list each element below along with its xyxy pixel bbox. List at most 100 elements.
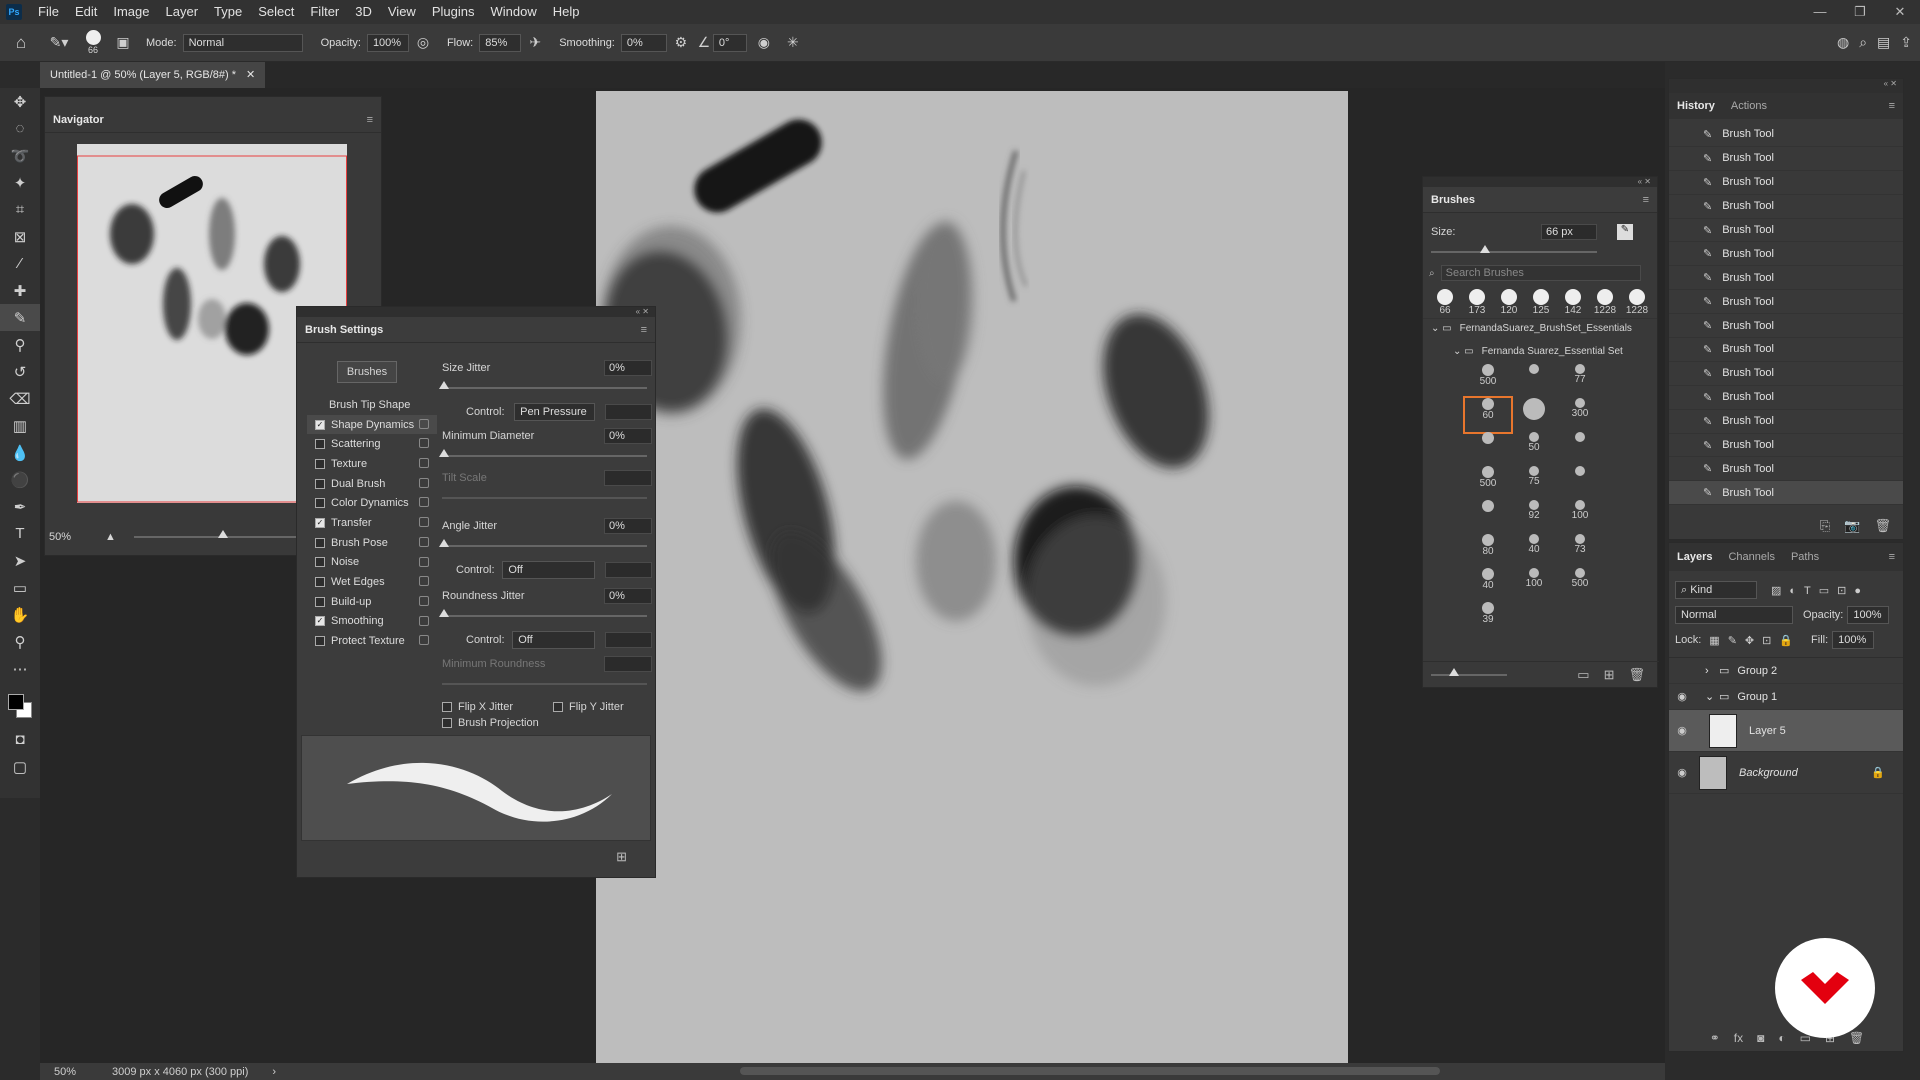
brush-size-picker[interactable]: 66: [76, 30, 110, 55]
recent-brush[interactable]: 66: [1429, 289, 1461, 316]
brush-setting-smoothing[interactable]: ✓ Smoothing: [307, 612, 437, 632]
path-selection-tool-icon[interactable]: ➤: [0, 547, 40, 574]
menu-filter[interactable]: Filter: [302, 0, 347, 24]
eye-icon[interactable]: ◉: [1669, 766, 1695, 779]
opacity-field[interactable]: 100%: [366, 33, 409, 52]
home-icon[interactable]: ⌂: [0, 33, 42, 53]
brush-preset[interactable]: [1557, 432, 1603, 466]
zoom-out-icon[interactable]: ▲: [105, 531, 116, 543]
magic-wand-tool-icon[interactable]: ✦: [0, 169, 40, 196]
min-diameter-slider[interactable]: [439, 449, 647, 457]
panel-close-icon[interactable]: « ✕: [1669, 79, 1903, 93]
brush-preset[interactable]: 100: [1511, 568, 1557, 602]
angle-field[interactable]: 0°: [712, 33, 747, 52]
brush-setting-texture[interactable]: Texture: [307, 454, 437, 474]
brush-preset[interactable]: 39: [1465, 602, 1511, 636]
brush-setting-checkbox[interactable]: [315, 596, 325, 607]
learn-icon[interactable]: ◍: [1837, 34, 1849, 51]
layer-opacity-field[interactable]: 100%: [1847, 606, 1890, 624]
angle-control-dropdown[interactable]: Off: [502, 561, 596, 579]
smoothing-field[interactable]: 0%: [620, 33, 667, 52]
fill-field[interactable]: 100%: [1832, 631, 1875, 649]
recent-brush[interactable]: 1228: [1589, 289, 1621, 316]
marquee-tool-icon[interactable]: ◌: [0, 115, 40, 142]
healing-brush-tool-icon[interactable]: ✚: [0, 277, 40, 304]
rectangle-tool-icon[interactable]: ▭: [0, 574, 40, 601]
new-brush-icon[interactable]: ⊞: [1604, 667, 1615, 683]
panel-menu-icon[interactable]: ≡: [367, 114, 373, 126]
snapshot-icon[interactable]: 📷: [1844, 518, 1860, 534]
mask-icon[interactable]: ◙: [1757, 1031, 1764, 1045]
brush-preset[interactable]: 75: [1511, 466, 1557, 500]
menu-view[interactable]: View: [380, 0, 424, 24]
brush-size-field[interactable]: 66 px: [1541, 224, 1597, 240]
brush-setting-shape-dynamics[interactable]: ✓ Shape Dynamics: [307, 414, 437, 435]
brush-setting-checkbox[interactable]: [315, 458, 325, 469]
brush-folder-1[interactable]: ⌄ ▭ FernandaSuarez_BrushSet_Essentials: [1423, 318, 1657, 338]
status-zoom[interactable]: 50%: [40, 1066, 88, 1078]
lock-icon[interactable]: [419, 576, 429, 587]
link-icon[interactable]: ⚭: [1710, 1031, 1720, 1045]
lock-icon[interactable]: [419, 536, 429, 547]
lock-icon[interactable]: [419, 595, 429, 606]
adjustment-icon[interactable]: ◐: [1778, 1031, 1785, 1045]
menu-window[interactable]: Window: [482, 0, 544, 24]
brush-setting-transfer[interactable]: ✓ Transfer: [307, 513, 437, 533]
brush-preset[interactable]: [1511, 364, 1557, 398]
restore-icon[interactable]: ❐: [1840, 0, 1880, 24]
brush-preset[interactable]: 100: [1557, 500, 1603, 534]
brush-setting-checkbox[interactable]: [315, 478, 325, 489]
roundness-jitter-field[interactable]: 0%: [604, 588, 652, 604]
panel-close-icon[interactable]: « ✕: [1423, 177, 1657, 187]
brush-preset[interactable]: [1465, 500, 1511, 534]
brush-search-input[interactable]: Search Brushes: [1440, 265, 1641, 281]
horizontal-scrollbar[interactable]: [740, 1067, 1440, 1075]
create-brush-icon[interactable]: ✎: [1617, 224, 1633, 240]
history-brush-tool-icon[interactable]: ↺: [0, 358, 40, 385]
foreground-color-swatch[interactable]: [8, 694, 24, 710]
close-tab-icon[interactable]: ✕: [246, 62, 255, 88]
history-item[interactable]: ✎ Brush Tool: [1669, 457, 1903, 482]
close-icon[interactable]: ✕: [1880, 0, 1920, 24]
navigator-zoom-value[interactable]: 50%: [45, 531, 105, 543]
workspace-icon[interactable]: ▤: [1877, 34, 1890, 51]
roundness-jitter-slider[interactable]: [439, 609, 647, 617]
brush-preset[interactable]: 77: [1557, 364, 1603, 398]
eye-icon[interactable]: ◉: [1669, 724, 1695, 737]
history-item[interactable]: ✎ Brush Tool: [1669, 123, 1903, 147]
tab-paths[interactable]: Paths: [1791, 551, 1819, 563]
angle-jitter-slider[interactable]: [439, 539, 647, 547]
history-item[interactable]: ✎ Brush Tool: [1669, 147, 1903, 171]
zoom-tool-icon[interactable]: ⚲: [0, 628, 40, 655]
fx-icon[interactable]: fx: [1734, 1031, 1743, 1045]
brush-setting-noise[interactable]: Noise: [307, 553, 437, 573]
history-item[interactable]: ✎ Brush Tool: [1669, 219, 1903, 243]
pressure-size-icon[interactable]: ◉: [747, 34, 781, 51]
brush-preset[interactable]: [1465, 432, 1511, 466]
menu-image[interactable]: Image: [105, 0, 157, 24]
brush-setting-protect-texture[interactable]: Protect Texture: [307, 631, 437, 651]
quick-mask-icon[interactable]: ◘: [0, 726, 40, 753]
brush-preset[interactable]: 50: [1511, 432, 1557, 466]
brush-preset[interactable]: 80: [1465, 534, 1511, 568]
brush-setting-checkbox[interactable]: [315, 577, 325, 588]
eraser-tool-icon[interactable]: ⌫: [0, 385, 40, 412]
flip-x-checkbox[interactable]: [442, 702, 452, 712]
screen-mode-icon[interactable]: ▢: [0, 753, 40, 780]
status-arrow-icon[interactable]: ›: [272, 1066, 276, 1078]
airbrush-icon[interactable]: ✈: [521, 34, 549, 51]
brush-setting-checkbox[interactable]: [315, 498, 325, 509]
history-item[interactable]: ✎ Brush Tool: [1669, 290, 1903, 315]
brush-setting-build-up[interactable]: Build-up: [307, 592, 437, 612]
tab-channels[interactable]: Channels: [1728, 551, 1774, 563]
menu-layer[interactable]: Layer: [158, 0, 207, 24]
eye-icon[interactable]: ◉: [1669, 690, 1695, 703]
size-jitter-field[interactable]: 0%: [604, 360, 652, 376]
brush-preset[interactable]: 500: [1465, 466, 1511, 500]
brush-size-slider[interactable]: [1431, 245, 1597, 253]
search-icon[interactable]: ⌕: [1859, 34, 1867, 51]
preview-size-slider[interactable]: [1431, 667, 1507, 676]
lock-icon[interactable]: [419, 438, 429, 449]
lock-icons[interactable]: ▦✎✥⊡🔒: [1709, 634, 1801, 647]
brush-folder-2[interactable]: ⌄ ▭ Fernanda Suarez_Essential Set: [1423, 338, 1657, 364]
